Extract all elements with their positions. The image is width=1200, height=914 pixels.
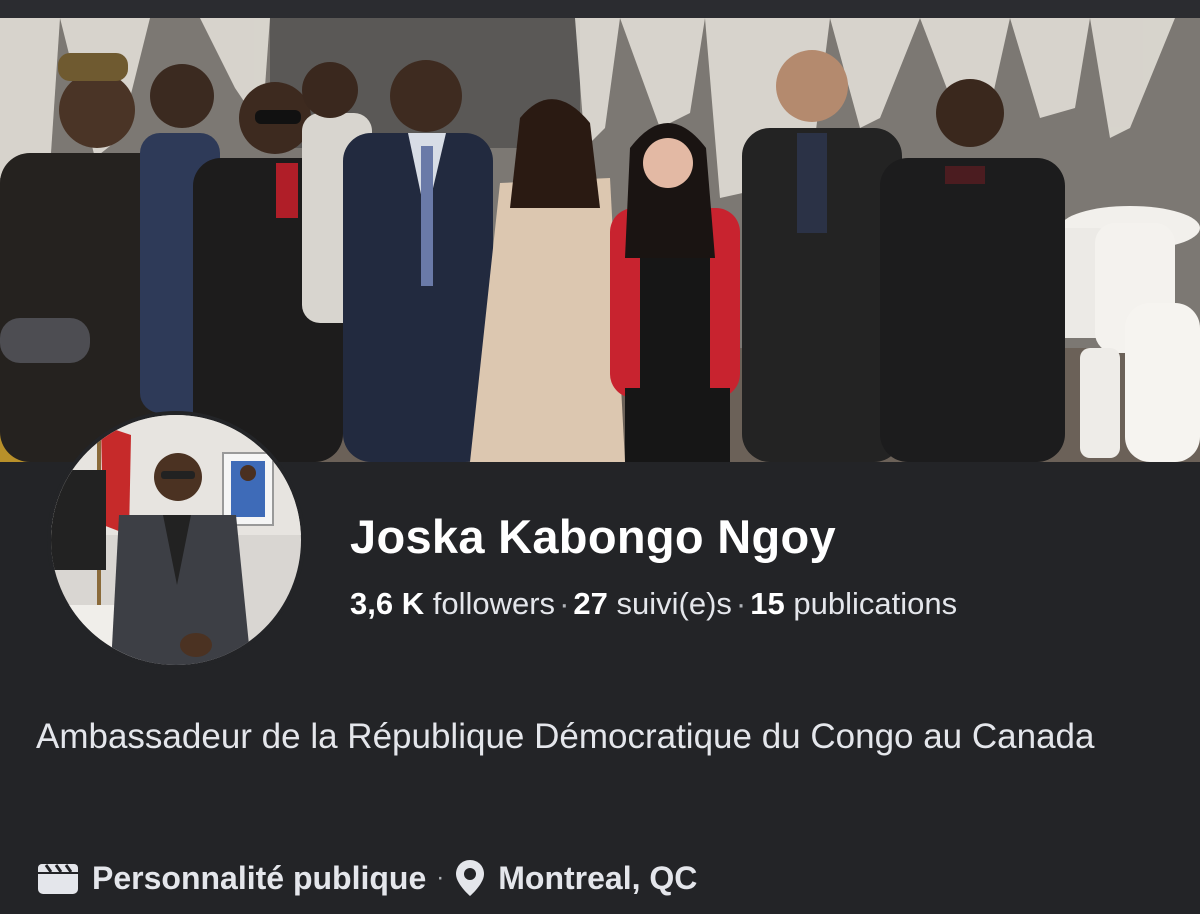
profile-picture[interactable] (47, 411, 305, 669)
followers-link[interactable]: 3,6 K followers (350, 586, 555, 621)
map-pin-icon (454, 858, 486, 898)
posts-link[interactable]: 15 publications (750, 586, 957, 621)
followers-count: 3,6 K (350, 586, 425, 621)
following-label: suivi(e)s (616, 586, 732, 621)
cover-photo[interactable] (0, 18, 1200, 462)
posts-label: publications (793, 586, 958, 621)
profile-picture-image (51, 415, 301, 665)
stats-separator: · (559, 586, 570, 621)
followers-label: followers (432, 586, 556, 621)
following-link[interactable]: 27 suivi(e)s (573, 586, 732, 621)
location-label[interactable]: Montreal, QC (498, 860, 697, 897)
details-separator: · (436, 864, 445, 891)
cover-photo-scene (0, 18, 1200, 462)
stats-separator: · (735, 586, 747, 621)
top-status-bar (0, 0, 1200, 18)
category-label: Personnalité publique (92, 859, 427, 896)
profile-bio: Ambassadeur de la République Démocratiqu… (36, 717, 1095, 756)
profile-name: Joska Kabongo Ngoy (350, 510, 836, 563)
clapperboard-icon (36, 860, 80, 896)
following-count: 27 (573, 586, 608, 621)
profile-details: Personnalité publique · Montreal, QC (36, 855, 697, 901)
posts-count: 15 (750, 586, 785, 621)
profile-stats: 3,6 K followers · 27 suivi(e)s · 15 publicat… (350, 586, 957, 622)
